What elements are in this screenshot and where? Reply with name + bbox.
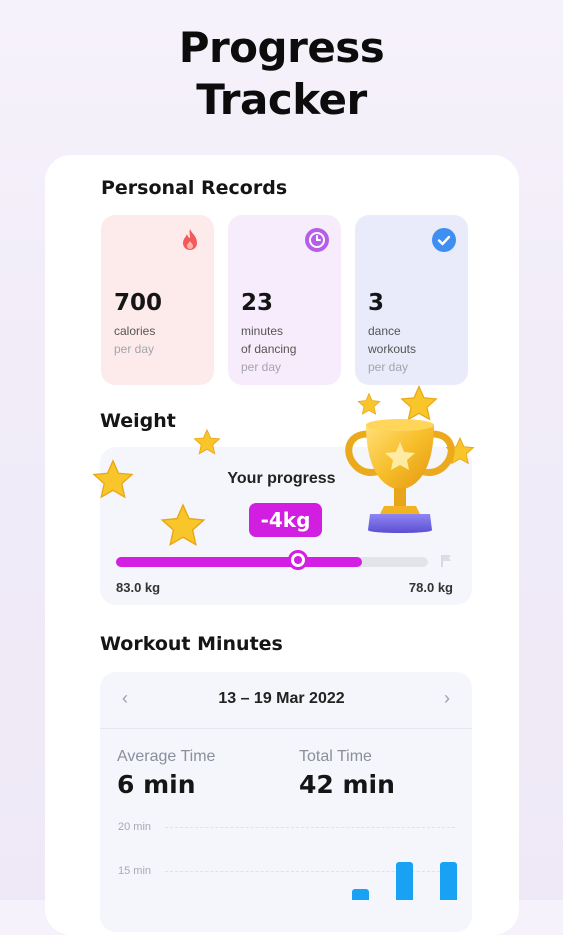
average-time-value: 6 min xyxy=(117,770,196,799)
record-label: of dancing xyxy=(241,342,297,356)
weight-goal-label: 78.0 kg xyxy=(408,580,453,595)
y-tick-label: 15 min xyxy=(118,865,152,877)
star-icon xyxy=(92,459,134,499)
record-value: 700 xyxy=(114,290,163,316)
record-card-workouts: 3 dance workouts per day xyxy=(355,215,468,385)
record-value: 3 xyxy=(368,290,385,316)
record-label: calories xyxy=(114,324,156,338)
your-progress-label: Your progress xyxy=(227,470,336,487)
check-icon xyxy=(432,228,456,252)
record-label: dance xyxy=(368,324,401,338)
record-label: per day xyxy=(368,360,409,374)
workout-bar xyxy=(352,888,369,900)
title-line-2: Tracker xyxy=(196,75,367,124)
workout-bar xyxy=(440,862,457,900)
record-value: 23 xyxy=(241,290,274,316)
workout-bar xyxy=(396,862,413,900)
record-label: per day xyxy=(114,342,155,356)
weight-heading: Weight xyxy=(100,410,176,432)
total-time-value: 42 min xyxy=(299,770,395,799)
y-tick-label: 20 min xyxy=(118,821,152,833)
title-line-1: Progress xyxy=(178,23,385,72)
total-time-label: Total Time xyxy=(299,748,372,765)
weight-progress-knob[interactable] xyxy=(288,550,308,570)
personal-records-heading: Personal Records xyxy=(101,177,288,199)
flame-icon xyxy=(178,228,202,252)
gridline xyxy=(165,827,455,828)
clock-icon xyxy=(305,228,329,252)
goal-flag-icon xyxy=(441,554,453,573)
record-label: workouts xyxy=(368,342,417,356)
trophy-icon xyxy=(345,419,455,533)
workout-minutes-heading: Workout Minutes xyxy=(100,633,283,655)
week-range-label: 13 – 19 Mar 2022 xyxy=(218,690,345,707)
star-icon xyxy=(193,428,221,455)
average-time-label: Average Time xyxy=(117,748,216,765)
weight-start-label: 83.0 kg xyxy=(116,580,161,595)
record-card-minutes: 23 minutes of dancing per day xyxy=(228,215,341,385)
record-card-calories: 700 calories per day xyxy=(101,215,214,385)
record-label: per day xyxy=(241,360,282,374)
weight-change-badge: -4kg xyxy=(249,503,322,537)
weight-progress-fill xyxy=(116,557,362,567)
star-icon xyxy=(160,503,206,547)
record-label: minutes xyxy=(241,324,284,338)
page-title: Progress Tracker xyxy=(0,22,563,126)
